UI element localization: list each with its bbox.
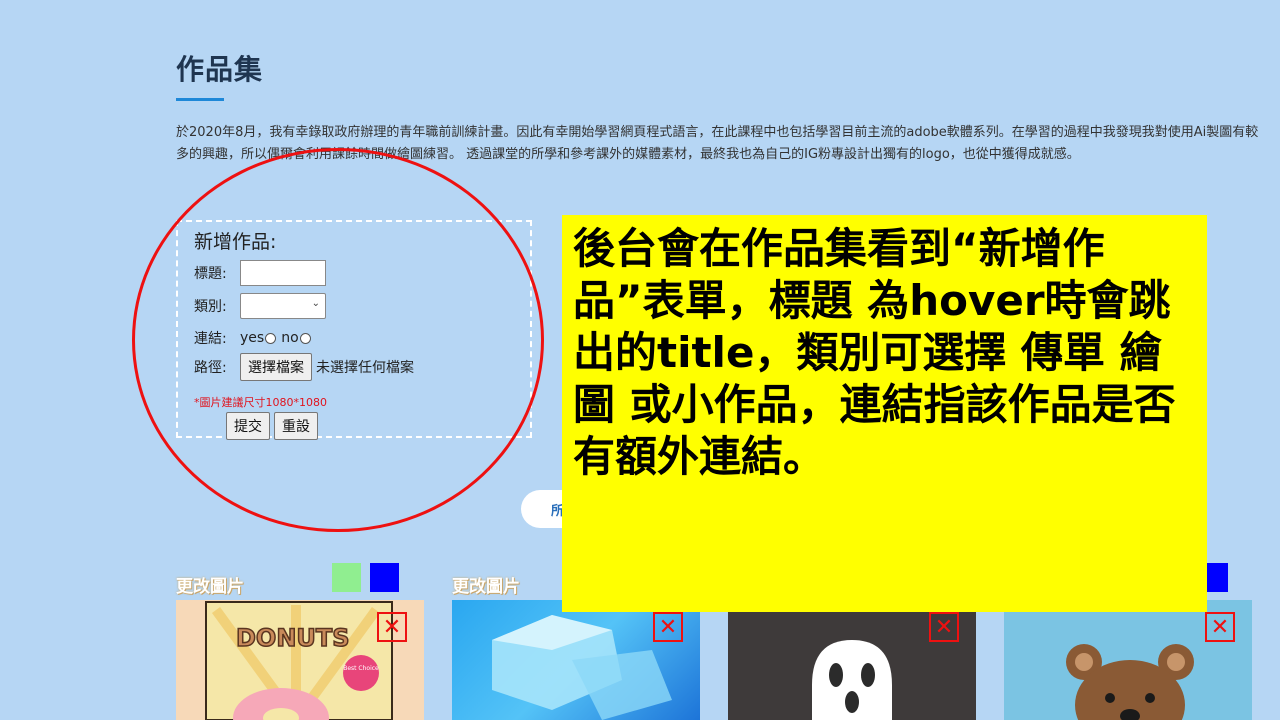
title-input[interactable]	[240, 260, 326, 286]
donuts-title: DONUTS	[236, 624, 350, 652]
donuts-badge: Best Choice	[343, 665, 379, 672]
change-image-link-1[interactable]: 更改圖片	[176, 572, 244, 597]
link-no-radio[interactable]	[299, 332, 311, 344]
gallery-card-donuts[interactable]: DONUTS Best Choice ✕	[176, 600, 424, 720]
swatch-blue-1[interactable]	[370, 563, 399, 592]
title-label: 標題:	[194, 266, 227, 282]
intro-paragraph: 於2020年8月，我有幸錄取政府辦理的青年職前訓練計畫。因此有幸開始學習網頁程式…	[176, 125, 1259, 162]
title-underline	[176, 98, 224, 101]
category-label: 類別:	[194, 299, 227, 315]
link-row: 連結: yes no	[194, 328, 316, 348]
link-no-label: no	[281, 330, 299, 346]
delete-icon[interactable]: ✕	[653, 612, 683, 642]
file-status: 未選擇任何檔案	[316, 360, 414, 376]
link-yes-label: yes	[240, 330, 265, 346]
gallery-card-ghost[interactable]: ✕	[728, 600, 976, 720]
path-row: 路徑: 選擇檔案 未選擇任何檔案	[194, 353, 414, 381]
category-select[interactable]: ⌄	[240, 293, 326, 319]
annotation-callout: 後台會在作品集看到“新增作品”表單，標題 為hover時會跳出的title，類別…	[562, 215, 1207, 612]
swatch-green-1[interactable]	[332, 563, 361, 592]
link-yes-radio[interactable]	[265, 332, 277, 344]
add-work-form: 新增作品: 標題: 類別: ⌄ 連結: yes no 路徑: 選擇檔案 未選擇任…	[176, 220, 532, 440]
link-label: 連結:	[194, 331, 227, 347]
delete-icon[interactable]: ✕	[929, 612, 959, 642]
gallery-card-bear[interactable]: ✕	[1004, 600, 1252, 720]
chevron-down-icon: ⌄	[311, 298, 320, 309]
change-image-link-2[interactable]: 更改圖片	[452, 572, 520, 597]
form-actions: 提交 重設	[226, 412, 318, 440]
reset-button[interactable]: 重設	[274, 412, 318, 440]
delete-icon[interactable]: ✕	[377, 612, 407, 642]
category-row: 類別: ⌄	[194, 293, 326, 319]
delete-icon[interactable]: ✕	[1205, 612, 1235, 642]
submit-button[interactable]: 提交	[226, 412, 270, 440]
path-label: 路徑:	[194, 360, 227, 376]
title-row: 標題:	[194, 260, 326, 286]
form-heading: 新增作品:	[194, 231, 277, 253]
choose-file-button[interactable]: 選擇檔案	[240, 353, 312, 381]
size-hint: *圖片建議尺寸1080*1080	[194, 396, 327, 409]
swatch-blue-4[interactable]	[1207, 563, 1228, 592]
page-title: 作品集	[176, 53, 264, 86]
gallery-card-ice[interactable]: ✕	[452, 600, 700, 720]
